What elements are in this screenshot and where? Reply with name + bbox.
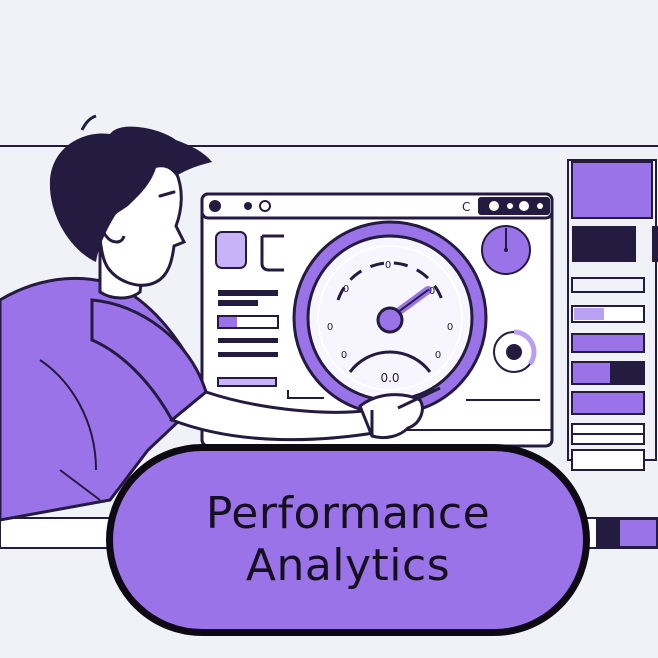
svg-text:C: C [462, 200, 470, 214]
window-control-icon [244, 202, 252, 210]
title-banner: Performance Analytics [106, 444, 590, 636]
gauge-tick-label: 0 [343, 284, 349, 295]
speedometer-gauge: 0 0 0 0 0 0 0 0.0 [292, 220, 488, 416]
gauge-tick-label: 0 [447, 322, 453, 333]
gauge-tick-label: 0 [429, 286, 435, 297]
side-panel [567, 159, 658, 471]
banner-title-line1: Performance [205, 488, 491, 539]
gauge-tick-label: 0 [435, 350, 441, 361]
gauge-tick-label: 0 [341, 350, 347, 361]
gauge-tick-label: 0 [327, 322, 333, 333]
window-control-icon [209, 200, 221, 212]
gauge-readout: 0.0 [380, 371, 399, 385]
banner-title-line2: Analytics [245, 540, 451, 591]
gauge-tick-label: 0 [385, 260, 391, 271]
